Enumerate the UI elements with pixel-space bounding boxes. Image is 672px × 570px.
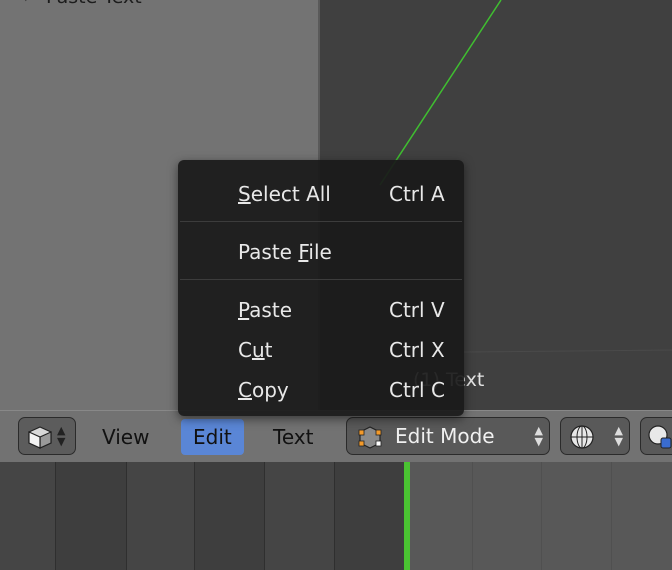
chevron-updown-icon: ▲ ▼ bbox=[614, 424, 623, 448]
timeline-tick bbox=[611, 462, 612, 570]
menu-item-shortcut: Ctrl X bbox=[389, 338, 445, 362]
menu-text[interactable]: Text bbox=[261, 419, 325, 455]
edit-menu-popup: Select All Ctrl A Paste File Paste Ctrl … bbox=[178, 160, 464, 416]
timeline-tick bbox=[472, 462, 473, 570]
globe-icon bbox=[570, 425, 594, 449]
menu-separator bbox=[180, 221, 462, 222]
panel-header[interactable]: ▼ Paste Text .... bbox=[18, 0, 308, 8]
menu-item-label: Paste File bbox=[238, 240, 332, 264]
timeline-area[interactable] bbox=[0, 462, 672, 570]
timeline-shade bbox=[126, 462, 194, 570]
menu-item-copy[interactable]: Copy Ctrl C bbox=[178, 372, 464, 408]
menu-view[interactable]: View bbox=[90, 419, 161, 455]
menu-edit[interactable]: Edit bbox=[181, 419, 244, 455]
y-axis-line bbox=[379, 0, 502, 186]
timeline-tick bbox=[541, 462, 542, 570]
viewport-shading-select[interactable]: ▲ ▼ bbox=[560, 417, 630, 455]
menu-item-paste[interactable]: Paste Ctrl V bbox=[178, 292, 464, 328]
timeline-shade bbox=[0, 462, 55, 570]
menu-item-label: Select All bbox=[238, 182, 331, 206]
mode-label: Edit Mode bbox=[395, 424, 495, 448]
editor-type-button[interactable]: ▲ ▼ bbox=[18, 417, 76, 455]
menu-item-shortcut: Ctrl V bbox=[389, 298, 445, 322]
menu-item-select-all[interactable]: Select All Ctrl A bbox=[178, 176, 464, 212]
panel-title: Paste Text bbox=[46, 0, 142, 8]
cube-icon bbox=[28, 426, 52, 449]
pivot-point-button[interactable] bbox=[640, 417, 672, 455]
timeline-tick bbox=[55, 462, 56, 570]
menu-separator bbox=[180, 279, 462, 280]
edit-mode-icon bbox=[358, 426, 382, 449]
grid-line bbox=[463, 349, 672, 353]
collapse-triangle-icon[interactable]: ▼ bbox=[22, 0, 30, 3]
timeline-shade bbox=[264, 462, 334, 570]
timeline-tick bbox=[194, 462, 195, 570]
timeline-tick bbox=[126, 462, 127, 570]
viewport-header: ▲ ▼ View Edit Text Edit Mode ▲ ▼ ▲ ▼ bbox=[0, 410, 672, 463]
chevron-updown-icon: ▲ ▼ bbox=[57, 424, 66, 448]
menu-item-label: Copy bbox=[238, 378, 289, 402]
menu-item-paste-file[interactable]: Paste File bbox=[178, 234, 464, 270]
current-frame-cursor[interactable] bbox=[404, 462, 410, 570]
menu-item-label: Paste bbox=[238, 298, 292, 322]
timeline-tick bbox=[264, 462, 265, 570]
pivot-icon bbox=[648, 425, 672, 449]
timeline-tick bbox=[334, 462, 335, 570]
menu-item-cut[interactable]: Cut Ctrl X bbox=[178, 332, 464, 368]
mode-select[interactable]: Edit Mode ▲ ▼ bbox=[346, 417, 550, 455]
menu-item-shortcut: Ctrl A bbox=[389, 182, 445, 206]
menu-item-label: Cut bbox=[238, 338, 273, 362]
menu-item-shortcut: Ctrl C bbox=[389, 378, 445, 402]
chevron-updown-icon: ▲ ▼ bbox=[534, 424, 543, 448]
